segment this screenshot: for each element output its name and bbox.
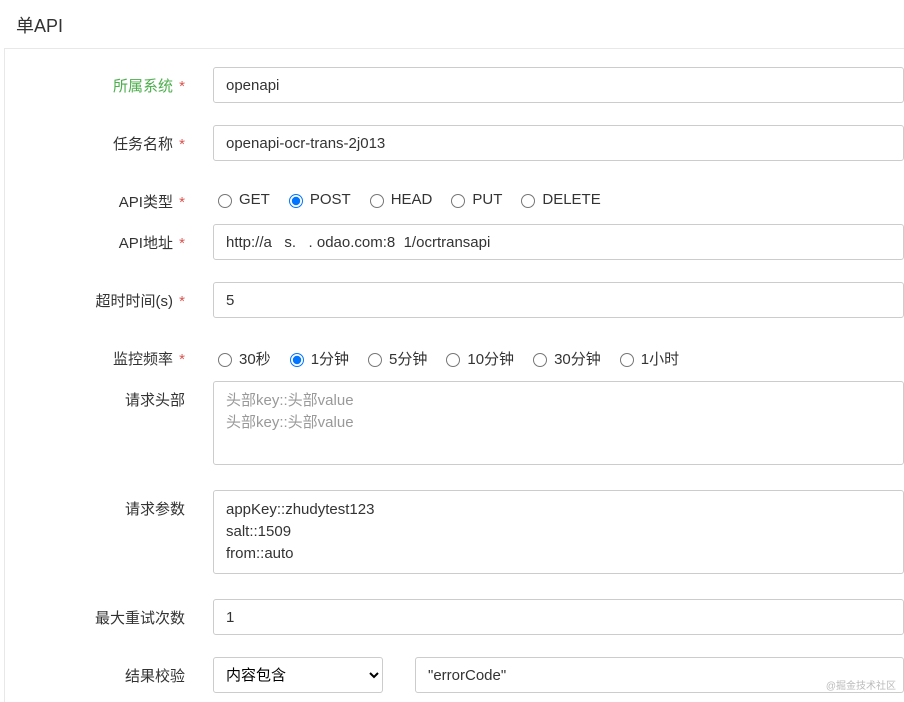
label-validate: 结果校验 [5,657,195,686]
monitor-freq-option-0[interactable]: 30秒 [213,348,271,369]
api-type-option-get[interactable]: GET [213,191,270,208]
monitor-freq-radio-4[interactable] [533,353,547,367]
label-api-type: API类型 * [5,183,195,212]
api-type-radio-group: GET POST HEAD PUT DELETE [213,183,904,208]
monitor-freq-option-5[interactable]: 1小时 [615,348,679,369]
label-req-headers: 请求头部 [5,381,195,410]
monitor-freq-radio-1[interactable] [290,353,304,367]
label-api-url: API地址 * [5,224,195,253]
api-type-radio-get[interactable] [218,194,232,208]
api-type-radio-put[interactable] [451,194,465,208]
api-type-option-put[interactable]: PUT [446,191,502,208]
api-type-option-post[interactable]: POST [284,191,351,208]
system-input[interactable] [213,67,904,103]
api-url-input[interactable] [213,224,904,260]
monitor-freq-radio-5[interactable] [620,353,634,367]
timeout-input[interactable] [213,282,904,318]
req-params-textarea[interactable] [213,490,904,574]
task-name-input[interactable] [213,125,904,161]
label-max-retry: 最大重试次数 [5,599,195,628]
max-retry-input[interactable] [213,599,904,635]
api-type-radio-head[interactable] [370,194,384,208]
label-system: 所属系统 * [5,67,195,96]
monitor-freq-radio-2[interactable] [368,353,382,367]
validate-mode-select[interactable]: 内容包含 [213,657,383,693]
label-timeout: 超时时间(s) * [5,282,195,311]
api-type-radio-delete[interactable] [521,194,535,208]
req-headers-textarea[interactable] [213,381,904,465]
monitor-freq-radio-3[interactable] [446,353,460,367]
monitor-freq-option-4[interactable]: 30分钟 [528,348,601,369]
page-title: 单API [0,0,904,48]
api-type-option-delete[interactable]: DELETE [516,191,600,208]
api-type-option-head[interactable]: HEAD [365,191,433,208]
monitor-freq-option-2[interactable]: 5分钟 [363,348,427,369]
api-type-radio-post[interactable] [289,194,303,208]
monitor-freq-radio-group: 30秒 1分钟 5分钟 10分钟 30分钟 1小时 [213,340,904,369]
form-panel: 所属系统 * 任务名称 * API类型 * GET POST HEAD PUT DELE… [4,48,904,702]
watermark: @掘金技术社区 [826,677,896,692]
label-task-name: 任务名称 * [5,125,195,154]
label-req-params: 请求参数 [5,490,195,519]
monitor-freq-option-3[interactable]: 10分钟 [441,348,514,369]
monitor-freq-option-1[interactable]: 1分钟 [285,348,349,369]
label-monitor-freq: 监控频率 * [5,340,195,369]
monitor-freq-radio-0[interactable] [218,353,232,367]
